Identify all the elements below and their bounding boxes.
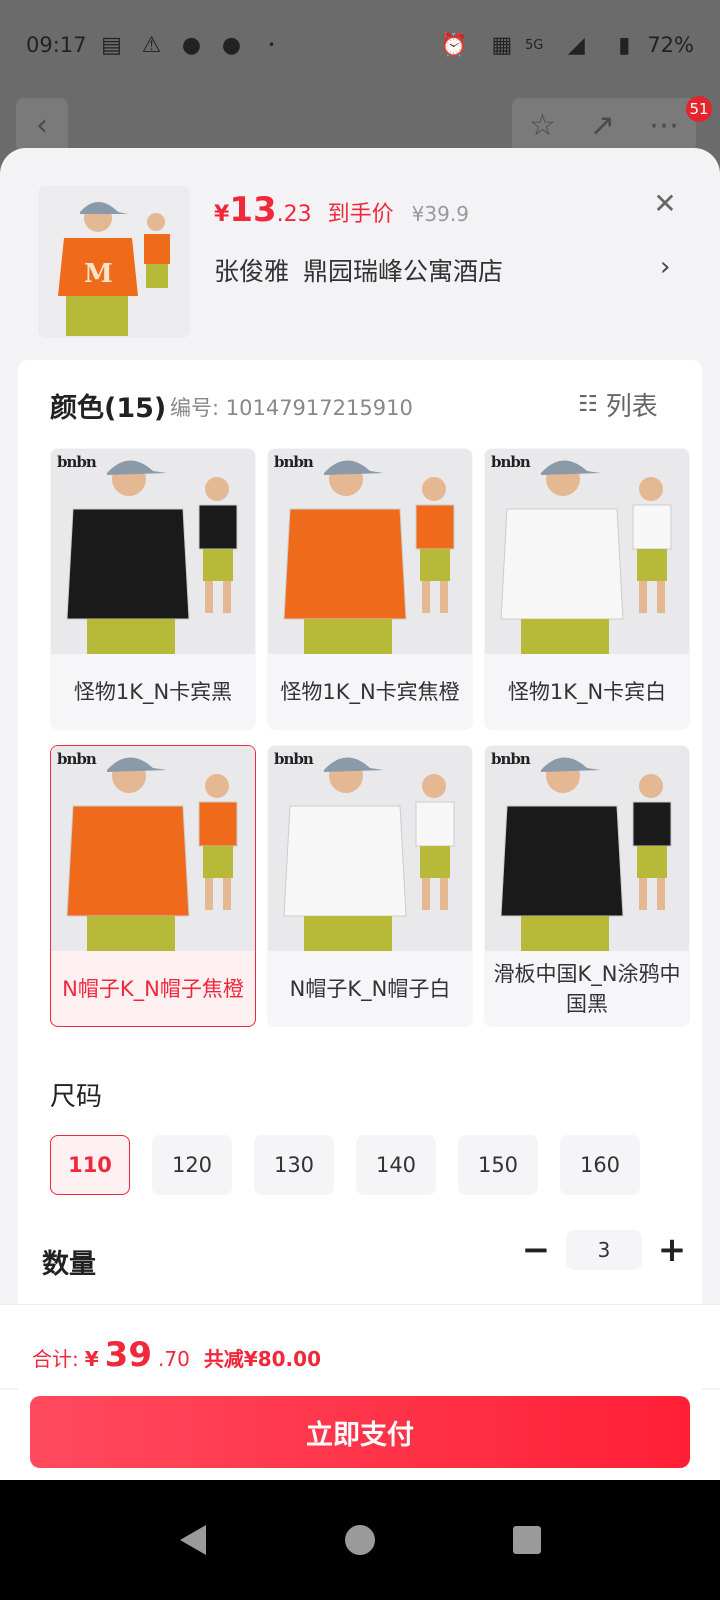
brand-logo: bnbn: [491, 750, 531, 768]
address-row[interactable]: 张俊雅 鼎园瑞峰公寓酒店: [214, 252, 503, 288]
dot-icon: •: [267, 38, 276, 52]
size-options: 110 120 130 140 150 160: [50, 1135, 640, 1195]
discount-amount: 共减¥80.00: [203, 1347, 321, 1371]
svg-text:M: M: [84, 259, 113, 289]
total-symbol: ¥: [84, 1347, 99, 1371]
color-option-image: bnbn: [485, 449, 689, 654]
color-option[interactable]: bnbn N帽子K_N帽子白: [267, 745, 473, 1027]
quantity-input[interactable]: 3: [566, 1230, 642, 1270]
color-option-label: 滑板中国K_N涂鸦中国黑: [493, 961, 681, 1016]
price-integer: 13: [229, 190, 277, 230]
brand-logo: bnbn: [57, 453, 97, 471]
product-thumbnail: M: [38, 186, 190, 338]
delivery-address: 鼎园瑞峰公寓酒店: [303, 257, 504, 286]
pay-now-button[interactable]: 立即支付: [30, 1396, 690, 1468]
color-option[interactable]: bnbn 怪物1K_N卡宾黑: [50, 448, 256, 730]
color-option[interactable]: bnbn N帽子K_N帽子焦橙: [50, 745, 256, 1027]
size-option[interactable]: 120: [152, 1135, 232, 1195]
color-option-image: bnbn: [51, 746, 255, 951]
minus-button[interactable]: −: [518, 1230, 554, 1270]
share-icon[interactable]: ↗: [590, 108, 615, 143]
brand-logo: bnbn: [57, 750, 97, 768]
back-triangle-icon[interactable]: [173, 1520, 213, 1560]
color-option[interactable]: bnbn 滑板中国K_N涂鸦中国黑: [484, 745, 690, 1027]
size-option[interactable]: 130: [254, 1135, 334, 1195]
color-option-image: bnbn: [51, 449, 255, 654]
close-icon: ✕: [653, 186, 677, 220]
wechat-icon-2: ●: [221, 32, 242, 58]
price-row: ¥13.23 到手价 ¥39.9: [214, 190, 469, 230]
color-title: 颜色(15): [50, 393, 167, 424]
size-option[interactable]: 140: [356, 1135, 436, 1195]
brand-logo: bnbn: [274, 453, 314, 471]
size-title: 尺码: [50, 1082, 103, 1112]
status-time: 09:17: [26, 33, 87, 57]
list-icon: ☷: [578, 392, 598, 417]
total-label: 合计:: [32, 1347, 79, 1371]
original-price: ¥39.9: [411, 202, 469, 226]
network-label: 5G: [524, 37, 544, 53]
recents-square-icon[interactable]: [507, 1520, 547, 1560]
color-grid: bnbn 怪物1K_N卡宾黑 bnbn 怪物1K_N卡宾焦橙 bnbn 怪物1K_N卡宾白…: [50, 448, 690, 1038]
pay-bar: 立即支付: [0, 1390, 720, 1480]
battery-level: 72%: [647, 33, 694, 57]
size-option[interactable]: 160: [560, 1135, 640, 1195]
brand-logo: bnbn: [274, 750, 314, 768]
more-icon[interactable]: ⋯: [649, 108, 679, 143]
color-option-label: N帽子K_N帽子白: [289, 976, 451, 1001]
notes-icon: ▤: [101, 32, 122, 58]
color-option-image: bnbn: [268, 746, 472, 951]
action-group: ☆ ↗ ⋯: [512, 98, 696, 152]
hd-icon: ▦: [491, 32, 513, 58]
color-option-label: 怪物1K_N卡宾黑: [73, 679, 233, 704]
brand-logo: bnbn: [491, 453, 531, 471]
signal-icon: ◢: [567, 32, 585, 58]
chevron-left-icon: ‹: [36, 107, 48, 143]
product-code: 编号: 10147917215910: [170, 396, 413, 420]
back-button[interactable]: ‹: [16, 98, 68, 152]
total-integer: 39: [104, 1335, 152, 1375]
color-option-image: bnbn: [485, 746, 689, 951]
chevron-right-icon[interactable]: ›: [660, 252, 670, 282]
wechat-icon: ●: [181, 32, 202, 58]
list-view-button[interactable]: ☷ 列表: [578, 386, 658, 423]
size-option[interactable]: 110: [50, 1135, 130, 1195]
plus-button[interactable]: +: [654, 1230, 690, 1270]
color-option-image: bnbn: [268, 449, 472, 654]
notification-badge: 51: [686, 96, 712, 122]
price-symbol: ¥: [214, 202, 230, 227]
alarm-icon: ⏰: [440, 32, 468, 58]
price-decimal: .23: [276, 202, 312, 227]
total-bar: 合计: ¥39.70 共减¥80.00: [0, 1304, 720, 1388]
color-option[interactable]: bnbn 怪物1K_N卡宾焦橙: [267, 448, 473, 730]
color-option[interactable]: bnbn 怪物1K_N卡宾白: [484, 448, 690, 730]
battery-icon: ▮: [618, 32, 631, 58]
total-decimal: .70: [158, 1347, 190, 1371]
receiver-name: 张俊雅: [214, 257, 290, 286]
quantity-stepper: − 3 +: [518, 1230, 690, 1270]
color-option-label: 怪物1K_N卡宾白: [507, 679, 667, 704]
color-option-label: 怪物1K_N卡宾焦橙: [280, 679, 460, 704]
warning-icon: ⚠: [141, 32, 162, 58]
color-option-label: N帽子K_N帽子焦橙: [62, 976, 244, 1001]
status-bar: 09:17 ▤ ⚠ ● ● • ⏰ ▦ 5G ◢ ▮ 72%: [0, 0, 720, 90]
price-label: 到手价: [327, 202, 394, 227]
star-icon[interactable]: ☆: [529, 108, 556, 143]
close-button[interactable]: ✕: [648, 186, 682, 220]
system-navbar: [0, 1480, 720, 1600]
size-option[interactable]: 150: [458, 1135, 538, 1195]
home-circle-icon[interactable]: [340, 1520, 380, 1560]
list-view-label: 列表: [605, 392, 658, 422]
quantity-title: 数量: [42, 1249, 96, 1280]
status-right: ⏰ ▦ 5G ◢ ▮ 72%: [429, 30, 694, 60]
